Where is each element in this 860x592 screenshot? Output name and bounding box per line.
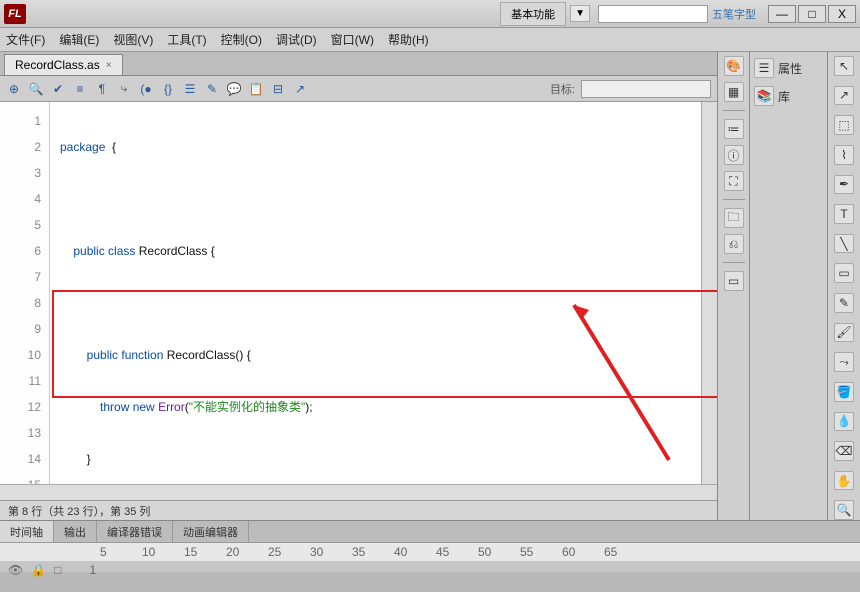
library-books-icon: 📚 <box>754 86 774 106</box>
properties-panel-btn[interactable]: ☰属性 <box>754 58 823 78</box>
timeline-ruler[interactable]: 5101520253035404550556065 <box>0 543 860 561</box>
menu-edit[interactable]: 编辑(E) <box>59 31 99 48</box>
properties-icon: ☰ <box>754 58 774 78</box>
bottom-panel: 时间轴 输出 编译器错误 动画编辑器 510152025303540455055… <box>0 520 860 572</box>
rect-tool-icon[interactable]: ▭ <box>834 263 854 283</box>
eraser-tool-icon[interactable]: ⌫ <box>834 441 854 461</box>
bucket-tool-icon[interactable]: 🪣 <box>834 382 854 402</box>
menu-tools[interactable]: 工具(T) <box>167 31 206 48</box>
comment-icon[interactable]: 💬 <box>226 81 242 97</box>
align-icon[interactable]: ≔ <box>724 119 744 139</box>
list-icon[interactable]: ☰ <box>182 81 198 97</box>
workspace-mode-dropdown[interactable]: ▼ <box>570 5 590 22</box>
edit-icon[interactable]: ✎ <box>204 81 220 97</box>
line-gutter: 123456789101112131415 <box>0 102 50 484</box>
components-icon[interactable]: ▭ <box>724 271 744 291</box>
ime-indicator: 五笔字型 <box>712 6 756 22</box>
close-button[interactable]: X <box>828 5 856 23</box>
history-icon[interactable]: ⎌ <box>724 234 744 254</box>
clipboard-icon[interactable]: 📋 <box>248 81 264 97</box>
zoom-tool-icon[interactable]: 🔍 <box>834 500 854 520</box>
tab-motion-editor[interactable]: 动画编辑器 <box>173 521 249 542</box>
tools-panel: ↖ ↗ ⬚ ⌇ ✒ T ╲ ▭ ✎ 🖌 ⤳ 🪣 💧 ⌫ ✋ 🔍 <box>828 52 860 520</box>
workspace-mode-label[interactable]: 基本功能 <box>500 2 566 26</box>
swatches-icon[interactable]: 🎨 <box>724 56 744 76</box>
maximize-button[interactable]: □ <box>798 5 826 23</box>
status-bar: 第 8 行（共 23 行），第 35 列 <box>0 500 717 520</box>
code-area[interactable]: package { public class RecordClass { pub… <box>50 102 701 484</box>
menu-debug[interactable]: 调试(D) <box>276 31 317 48</box>
lock-icon[interactable]: 🔒 <box>31 563 46 577</box>
text-tool-icon[interactable]: T <box>834 204 854 224</box>
search-input[interactable] <box>598 5 708 23</box>
horizontal-scrollbar[interactable] <box>0 484 717 500</box>
bone-tool-icon[interactable]: ⤳ <box>834 352 854 372</box>
info-icon[interactable]: ⓘ <box>724 145 744 165</box>
target-label: 目标: <box>550 81 575 97</box>
grid-icon[interactable]: ▦ <box>724 82 744 102</box>
dock-column-2: ☰属性 📚库 <box>750 52 828 520</box>
file-tab-label: RecordClass.as <box>15 58 100 72</box>
lasso-tool-icon[interactable]: ⌇ <box>834 145 854 165</box>
free-transform-icon[interactable]: ⬚ <box>834 115 854 135</box>
brush-tool-icon[interactable]: 🖌 <box>834 323 854 343</box>
library-icon[interactable]: 🗀 <box>724 208 744 228</box>
menu-control[interactable]: 控制(O) <box>221 31 262 48</box>
eye-icon[interactable]: 👁 <box>8 563 23 577</box>
frame-indicator: 1 <box>89 563 96 577</box>
paren-icon[interactable]: (● <box>138 81 154 97</box>
line-tool-icon[interactable]: ╲ <box>834 234 854 254</box>
menu-file[interactable]: 文件(F) <box>6 31 45 48</box>
add-icon[interactable]: ⊕ <box>6 81 22 97</box>
arrow-annotation <box>559 290 679 470</box>
collapse-icon[interactable]: ⊟ <box>270 81 286 97</box>
export-icon[interactable]: ↗ <box>292 81 308 97</box>
dock-column-1: 🎨 ▦ ≔ ⓘ ⛶ 🗀 ⎌ ▭ <box>718 52 750 520</box>
pilcrow-icon[interactable]: ¶ <box>94 81 110 97</box>
file-tab[interactable]: RecordClass.as × <box>4 54 123 75</box>
check-icon[interactable]: ✔ <box>50 81 66 97</box>
menu-view[interactable]: 视图(V) <box>113 31 153 48</box>
library-panel-btn[interactable]: 📚库 <box>754 86 823 106</box>
menubar: 文件(F) 编辑(E) 视图(V) 工具(T) 控制(O) 调试(D) 窗口(W… <box>0 28 860 52</box>
tab-output[interactable]: 输出 <box>54 521 97 542</box>
pencil-tool-icon[interactable]: ✎ <box>834 293 854 313</box>
outline-icon[interactable]: □ <box>54 563 61 577</box>
subselect-tool-icon[interactable]: ↗ <box>834 86 854 106</box>
target-dropdown[interactable] <box>581 80 711 98</box>
format-icon[interactable]: ≡ <box>72 81 88 97</box>
indent-icon[interactable]: ⤷ <box>116 81 132 97</box>
close-tab-icon[interactable]: × <box>106 60 112 71</box>
tab-compiler-errors[interactable]: 编译器错误 <box>97 521 173 542</box>
pen-tool-icon[interactable]: ✒ <box>834 175 854 195</box>
selection-tool-icon[interactable]: ↖ <box>834 56 854 76</box>
brace-icon[interactable]: {} <box>160 81 176 97</box>
vertical-scrollbar[interactable] <box>701 102 717 484</box>
tab-timeline[interactable]: 时间轴 <box>0 521 54 542</box>
transform-icon[interactable]: ⛶ <box>724 171 744 191</box>
find-icon[interactable]: 🔍 <box>28 81 44 97</box>
hand-tool-icon[interactable]: ✋ <box>834 471 854 491</box>
timeline-controls: 👁 🔒 □ 1 <box>0 561 860 579</box>
eyedropper-icon[interactable]: 💧 <box>834 412 854 432</box>
app-logo: FL <box>4 4 26 24</box>
minimize-button[interactable]: — <box>768 5 796 23</box>
editor-toolbar: ⊕ 🔍 ✔ ≡ ¶ ⤷ (● {} ☰ ✎ 💬 📋 ⊟ ↗ 目标: <box>0 76 717 102</box>
menu-help[interactable]: 帮助(H) <box>388 31 429 48</box>
menu-window[interactable]: 窗口(W) <box>331 31 374 48</box>
